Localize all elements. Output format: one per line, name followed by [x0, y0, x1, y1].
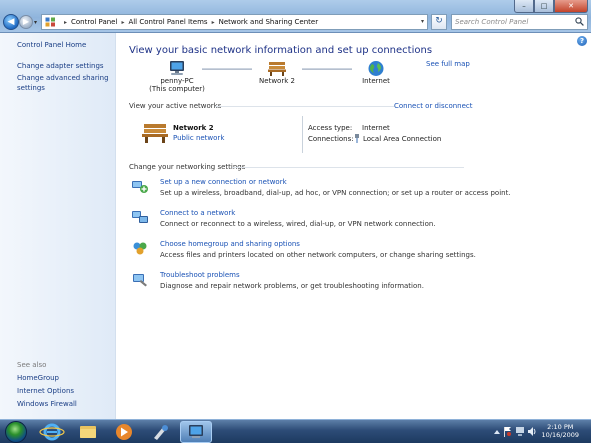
- setup-connection-desc: Set up a wireless, broadband, dial-up, a…: [160, 189, 511, 197]
- windows-orb-icon: [5, 421, 27, 443]
- control-panel-icon: [45, 17, 56, 27]
- active-network-name: Network 2: [173, 124, 214, 132]
- action-center-flag-icon[interactable]: [503, 426, 512, 437]
- change-adapter-settings-link[interactable]: Change adapter settings: [17, 62, 104, 72]
- control-panel-home-link[interactable]: Control Panel Home: [17, 41, 86, 51]
- setup-connection-link[interactable]: Set up a new connection or network: [160, 178, 287, 186]
- taskbar-ie-button[interactable]: [36, 421, 68, 443]
- page-title: View your basic network information and …: [129, 45, 433, 56]
- troubleshoot-icon: [133, 274, 147, 287]
- help-icon[interactable]: ?: [577, 36, 587, 46]
- map-node-network[interactable]: Network 2: [247, 60, 307, 85]
- new-connection-icon: [132, 181, 148, 193]
- globe-icon: [368, 61, 384, 76]
- breadcrumb-network-sharing[interactable]: Network and Sharing Center: [219, 18, 319, 26]
- address-dropdown-icon[interactable]: ▾: [421, 18, 424, 25]
- troubleshoot-desc: Diagnose and repair network problems, or…: [160, 282, 424, 290]
- breadcrumb-separator[interactable]: ▸: [121, 19, 124, 26]
- taskbar-media-player-button[interactable]: [108, 421, 140, 443]
- computer-icon: [170, 61, 184, 75]
- network-name: Network 2: [259, 77, 295, 85]
- map-node-internet[interactable]: Internet: [346, 60, 406, 85]
- breadcrumb-separator[interactable]: ▸: [212, 19, 215, 26]
- breadcrumb-separator: ▸: [64, 18, 68, 26]
- windows-firewall-link[interactable]: Windows Firewall: [17, 400, 77, 410]
- back-button[interactable]: ◀: [3, 14, 19, 30]
- change-advanced-sharing-link[interactable]: Change advanced sharing settings: [17, 74, 112, 93]
- connect-network-icon: [132, 211, 148, 223]
- computer-subtitle: (This computer): [149, 85, 205, 93]
- vertical-divider: [302, 116, 303, 153]
- connect-network-desc: Connect or reconnect to a wireless, wire…: [160, 220, 436, 228]
- media-player-icon: [116, 424, 132, 440]
- internet-options-link[interactable]: Internet Options: [17, 387, 74, 397]
- control-panel-icon: [189, 425, 203, 438]
- access-type-label: Access type:: [308, 124, 353, 132]
- computer-name: penny-PC: [160, 77, 194, 85]
- search-box[interactable]: [451, 14, 588, 30]
- internet-name: Internet: [362, 77, 390, 85]
- left-navigation-pane: Control Panel Home Change adapter settin…: [0, 33, 116, 419]
- address-bar[interactable]: ▸ Control Panel ▸ All Control Panel Item…: [41, 14, 428, 30]
- homegroup-sharing-desc: Access files and printers located on oth…: [160, 251, 476, 259]
- breadcrumb-control-panel[interactable]: Control Panel: [71, 18, 117, 26]
- divider: [215, 106, 395, 107]
- connect-network-link[interactable]: Connect to a network: [160, 209, 235, 217]
- change-settings-heading: Change your networking settings: [129, 163, 246, 171]
- access-type-value: Internet: [362, 124, 390, 132]
- map-link-line: [202, 68, 252, 70]
- clock-date: 10/16/2009: [541, 431, 579, 439]
- homegroup-sharing-link[interactable]: Choose homegroup and sharing options: [160, 240, 300, 248]
- local-area-connection-link[interactable]: Local Area Connection: [363, 135, 441, 143]
- divider: [232, 167, 464, 168]
- paint-tool-icon: [154, 425, 168, 440]
- ethernet-icon: [355, 134, 359, 143]
- homegroup-icon: [133, 242, 147, 255]
- clock[interactable]: 2:10 PM 10/16/2009: [542, 423, 579, 439]
- forward-button[interactable]: ▶: [19, 15, 33, 29]
- taskbar: 2:10 PM 10/16/2009: [0, 419, 591, 443]
- bench-network-icon: [268, 62, 286, 76]
- bench-network-icon[interactable]: [141, 122, 169, 144]
- maximize-button[interactable]: □: [534, 0, 554, 13]
- connections-label: Connections:: [308, 135, 354, 143]
- minimize-button[interactable]: –: [514, 0, 534, 13]
- map-link-line: [302, 68, 352, 70]
- taskbar-explorer-button[interactable]: [72, 421, 104, 443]
- taskbar-control-panel-button[interactable]: [180, 421, 212, 443]
- recent-pages-dropdown[interactable]: ▾: [34, 19, 37, 26]
- system-tray: 2:10 PM 10/16/2009: [487, 420, 587, 443]
- homegroup-link[interactable]: HomeGroup: [17, 374, 59, 384]
- window-controls: – □ ✕: [514, 0, 588, 13]
- see-full-map-link[interactable]: See full map: [426, 60, 470, 68]
- troubleshoot-link[interactable]: Troubleshoot problems: [160, 271, 240, 279]
- window-titlebar: – □ ✕ ◀ ▶ ▾ ▸ Control Panel ▸ All Contro…: [0, 0, 591, 33]
- folder-icon: [80, 426, 96, 438]
- see-also-heading: See also: [17, 361, 47, 369]
- volume-icon[interactable]: [527, 426, 537, 437]
- breadcrumb-all-items[interactable]: All Control Panel Items: [128, 18, 207, 26]
- clock-time: 2:10 PM: [547, 423, 574, 431]
- main-content: ? View your basic network information an…: [117, 33, 591, 419]
- start-button[interactable]: [0, 420, 34, 443]
- search-icon[interactable]: [575, 17, 584, 26]
- taskbar-tool-button[interactable]: [144, 421, 176, 443]
- connect-or-disconnect-link[interactable]: Connect or disconnect: [394, 102, 473, 110]
- network-type-link[interactable]: Public network: [173, 134, 224, 142]
- refresh-button[interactable]: ↻: [431, 14, 447, 30]
- active-networks-heading: View your active networks: [129, 102, 222, 110]
- internet-explorer-icon: [39, 423, 65, 441]
- tray-arrow-icon[interactable]: [493, 428, 501, 436]
- close-button[interactable]: ✕: [554, 0, 588, 13]
- network-tray-icon[interactable]: [515, 426, 525, 437]
- map-node-computer[interactable]: penny-PC (This computer): [147, 60, 207, 93]
- search-input[interactable]: [452, 15, 570, 29]
